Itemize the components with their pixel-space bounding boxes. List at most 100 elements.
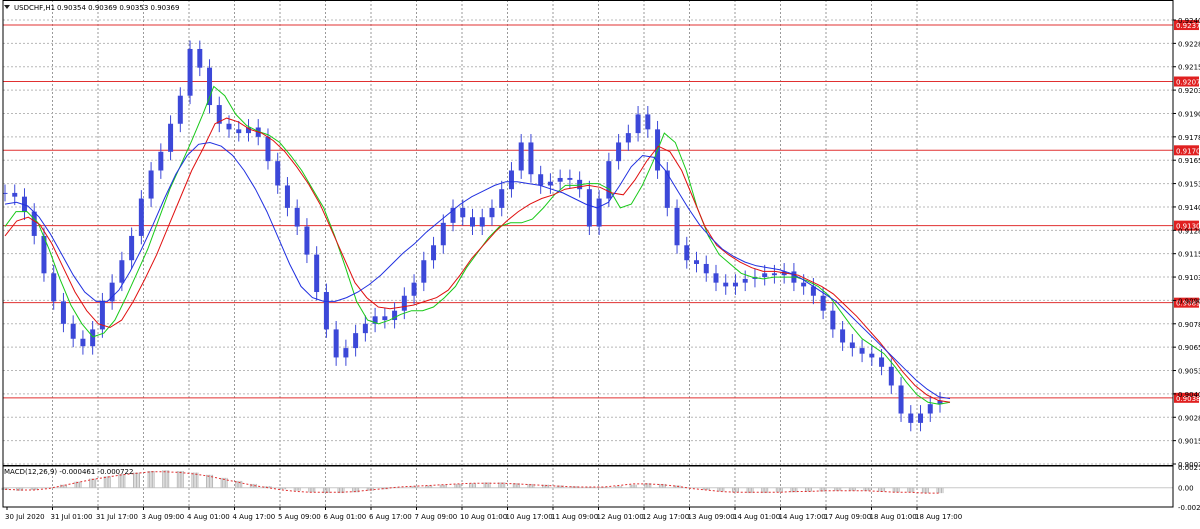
candle-body — [158, 151, 164, 171]
candle-body — [762, 273, 768, 278]
candle-body — [830, 310, 836, 330]
candle-body — [275, 161, 281, 186]
price-axis-label: 0.91905 — [1178, 110, 1200, 118]
time-axis-label: 30 Jul 2020 — [5, 513, 45, 521]
price-axis-label: 0.90780 — [1178, 321, 1200, 329]
time-axis-label: 12 Aug 01:00 — [597, 513, 644, 521]
candle-body — [528, 142, 534, 175]
time-axis-label: 5 Aug 09:00 — [278, 513, 321, 521]
candle-body — [401, 295, 407, 311]
candle-body — [713, 273, 719, 283]
candle-body — [616, 142, 622, 162]
candle-body — [138, 198, 144, 236]
time-axis-label: 31 Jul 01:00 — [51, 513, 93, 521]
price-axis-label: 0.92280 — [1178, 40, 1200, 48]
candle-body — [353, 333, 359, 349]
candle-body — [927, 404, 933, 414]
time-axis-label: 17 Aug 09:00 — [824, 513, 871, 521]
time-axis-label: 6 Aug 17:00 — [369, 513, 412, 521]
macd-label: MACD(12,26,9) -0.000461 -0.000722 — [4, 468, 133, 476]
candle-body — [742, 278, 748, 283]
candle-body — [908, 413, 914, 423]
candle-body — [674, 207, 680, 246]
ohlc-values: 0.90354 0.90369 0.90353 0.90369 — [57, 4, 179, 12]
candle-body — [382, 316, 388, 321]
candle-body — [421, 260, 427, 283]
price-axis-label: 0.92030 — [1178, 87, 1200, 95]
candle-body — [625, 133, 631, 143]
candle-body — [849, 342, 855, 349]
candle-body — [80, 338, 86, 347]
macd-axis-label: 0.002725 — [1178, 464, 1200, 472]
candle-body — [820, 295, 826, 311]
candle-body — [460, 207, 466, 218]
time-axis-label: 10 Aug 01:00 — [460, 513, 507, 521]
candle-body — [684, 245, 690, 261]
candle-body — [489, 207, 495, 218]
candle-body — [694, 260, 700, 264]
macd-axis-label: 0.00 — [1178, 485, 1194, 493]
candle-body — [411, 282, 417, 296]
time-axis-label: 14 Aug 17:00 — [779, 513, 826, 521]
candle-body — [60, 301, 66, 324]
time-axis-label: 18 Aug 01:00 — [870, 513, 917, 521]
time-axis-label: 12 Aug 17:00 — [642, 513, 689, 521]
candle-body — [508, 170, 514, 190]
candle-body — [207, 67, 213, 106]
price-axis-label: 0.91530 — [1178, 181, 1200, 189]
time-axis-label: 7 Aug 09:00 — [415, 513, 458, 521]
candle-body — [470, 217, 475, 227]
price-axis-label: 0.90905 — [1178, 297, 1200, 305]
candle-body — [187, 48, 193, 96]
candle-body — [586, 189, 592, 227]
chart-header: USDCHF,H1 0.90354 0.90369 0.90353 0.9036… — [4, 4, 179, 12]
time-axis-label: 13 Aug 09:00 — [688, 513, 735, 521]
candle-body — [499, 189, 505, 208]
candle-body — [538, 174, 544, 186]
candle-body — [323, 292, 329, 330]
candle-body — [294, 207, 300, 227]
candle-body — [547, 181, 553, 186]
chart-canvas[interactable]: 0.923780.920760.917080.913050.908930.903… — [0, 0, 1200, 525]
price-axis-label: 0.90530 — [1178, 368, 1200, 376]
candle-body — [557, 177, 563, 182]
candle-body — [440, 222, 446, 246]
candle-body — [859, 348, 865, 354]
price-axis-label: 0.90655 — [1178, 344, 1200, 352]
candle-body — [333, 329, 339, 358]
time-axis-label: 4 Aug 01:00 — [187, 513, 230, 521]
candle-body — [265, 136, 271, 162]
candle-body — [51, 273, 57, 302]
time-axis-label: 6 Aug 01:00 — [324, 513, 367, 521]
time-axis-label: 31 Jul 17:00 — [96, 513, 138, 521]
candle-body — [343, 348, 349, 358]
candle-body — [888, 366, 894, 386]
price-level-value: 0.91708 — [1176, 147, 1200, 155]
price-axis-label: 0.91405 — [1178, 204, 1200, 212]
candle-body — [284, 185, 290, 208]
time-axis-label: 10 Aug 17:00 — [506, 513, 553, 521]
candle-body — [314, 254, 320, 293]
candle-body — [168, 123, 174, 152]
candle-body — [596, 198, 602, 227]
price-axis-label: 0.90280 — [1178, 414, 1200, 422]
symbol-label: USDCHF,H1 — [14, 4, 55, 12]
candle-body — [918, 413, 924, 423]
macd-axis-label: -0.00253 — [1178, 504, 1200, 512]
candle-body — [518, 142, 524, 171]
candle-body — [197, 48, 203, 68]
candle-body — [869, 353, 875, 358]
candle-body — [431, 245, 437, 261]
candle-body — [801, 282, 807, 287]
trading-chart-window[interactable]: 0.923780.920760.917080.913050.908930.903… — [0, 0, 1200, 525]
price-axis-label: 0.91655 — [1178, 157, 1200, 165]
candle-body — [645, 114, 651, 130]
price-axis-label: 0.91155 — [1178, 251, 1200, 259]
candle-body — [31, 211, 37, 236]
candle-body — [236, 129, 242, 134]
time-axis-label: 11 Aug 09:00 — [551, 513, 598, 521]
candle-body — [567, 177, 573, 180]
price-axis-label: 0.91280 — [1178, 227, 1200, 235]
time-axis-label: 3 Aug 09:00 — [142, 513, 185, 521]
candle-body — [703, 263, 709, 274]
